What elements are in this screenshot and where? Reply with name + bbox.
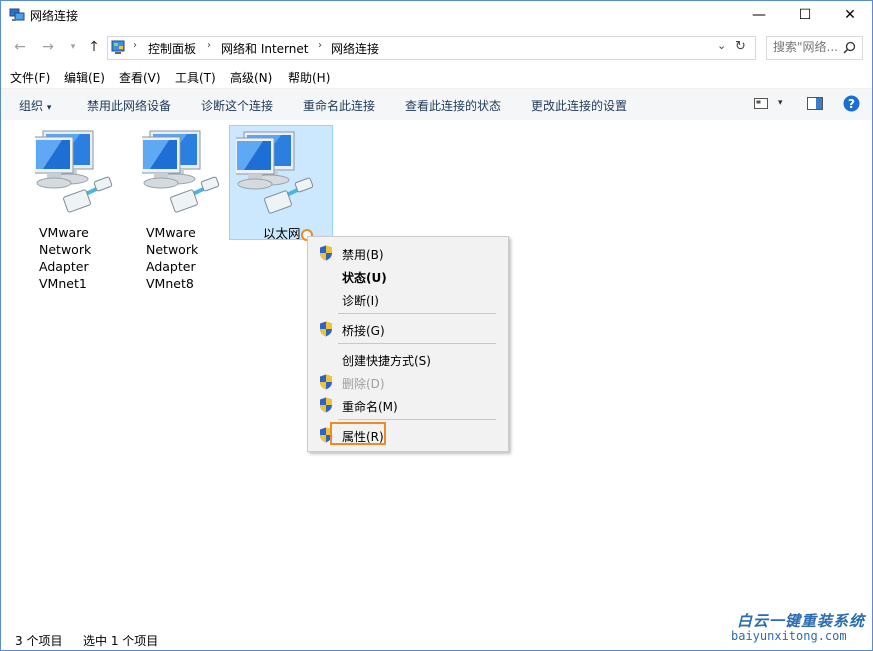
rename-button[interactable]: 重命名此连接 <box>303 97 375 114</box>
connection-item-vmnet8[interactable]: VMware Network Adapter VMnet8 <box>128 125 232 300</box>
context-bridge[interactable]: 桥接(G) <box>308 318 508 340</box>
watermark: 白云一键重装系统 baiyunxitong.com <box>701 607 871 651</box>
preview-pane-icon[interactable] <box>807 97 823 110</box>
search-icon <box>843 41 856 54</box>
help-icon[interactable]: ? <box>843 95 860 112</box>
address-dropdown-icon[interactable]: ⌄ <box>717 39 726 52</box>
uac-shield-icon <box>320 245 332 261</box>
menu-edit[interactable]: 编辑(E) <box>64 69 105 86</box>
back-arrow-icon[interactable]: ← <box>10 37 30 57</box>
watermark-title: 白云一键重装系统 <box>737 612 866 630</box>
context-diagnose[interactable]: 诊断(I) <box>308 288 508 310</box>
uac-shield-icon <box>320 321 332 337</box>
connection-item-vmnet1[interactable]: VMware Network Adapter VMnet1 <box>21 125 125 300</box>
diagnose-button[interactable]: 诊断这个连接 <box>201 97 273 114</box>
address-row: ← → ▾ ↑ › 控制面板 › 网络和 Internet › 网络连接 ⌄ ↻ <box>1 31 872 63</box>
maximize-button[interactable]: ☐ <box>782 1 828 29</box>
menu-view[interactable]: 查看(V) <box>119 69 161 86</box>
menu-file[interactable]: 文件(F) <box>10 69 50 86</box>
uac-shield-icon <box>320 374 332 390</box>
disable-device-button[interactable]: 禁用此网络设备 <box>87 97 171 114</box>
item-count: 3 个项目 <box>15 634 63 648</box>
refresh-icon[interactable]: ↻ <box>735 39 746 54</box>
command-bar: 组织 ▾ 禁用此网络设备 诊断这个连接 重命名此连接 查看此连接的状态 更改此连… <box>1 88 872 121</box>
context-menu: 禁用(B) 状态(U) 诊断(I) 桥接(G) 创建快捷方式(S) 删除(D) … <box>307 236 509 452</box>
close-button[interactable]: ✕ <box>827 1 873 29</box>
network-connections-window: 网络连接 — ☐ ✕ ← → ▾ ↑ › 控制面板 › 网络和 Internet… <box>0 0 873 651</box>
organize-chevron-icon: ▾ <box>46 103 52 113</box>
menu-bar: 文件(F) 编辑(E) 查看(V) 工具(T) 高级(N) 帮助(H) <box>1 66 872 88</box>
forward-arrow-icon[interactable]: → <box>38 37 58 57</box>
menu-separator <box>338 419 496 420</box>
breadcrumb-network-connections[interactable]: 网络连接 <box>331 40 379 57</box>
menu-tools[interactable]: 工具(T) <box>175 69 216 86</box>
menu-advanced[interactable]: 高级(N) <box>230 69 272 86</box>
breadcrumb-control-panel[interactable]: 控制面板 <box>148 40 196 57</box>
up-arrow-icon[interactable]: ↑ <box>84 37 104 57</box>
network-adapter-icon <box>236 131 314 214</box>
menu-separator <box>338 343 496 344</box>
title-bar[interactable]: 网络连接 — ☐ ✕ <box>1 1 872 29</box>
uac-shield-icon <box>320 397 332 413</box>
network-connections-icon <box>9 8 25 21</box>
svg-text:?: ? <box>848 97 855 111</box>
menu-help[interactable]: 帮助(H) <box>288 69 330 86</box>
organize-button[interactable]: 组织 ▾ <box>19 97 51 114</box>
connection-item-ethernet[interactable]: 以太网 <box>229 125 333 241</box>
view-options-icon[interactable] <box>754 98 768 109</box>
menu-separator <box>338 313 496 314</box>
watermark-url: baiyunxitong.com <box>731 629 847 643</box>
context-rename[interactable]: 重命名(M) <box>308 394 508 416</box>
search-input[interactable] <box>773 39 841 55</box>
control-panel-icon <box>111 40 125 54</box>
view-options-chevron-icon[interactable]: ▾ <box>778 98 783 108</box>
minimize-button[interactable]: — <box>736 1 782 29</box>
context-delete: 删除(D) <box>308 371 508 393</box>
window-title: 网络连接 <box>30 9 79 23</box>
context-create-shortcut[interactable]: 创建快捷方式(S) <box>308 348 508 370</box>
properties-highlight-box <box>330 422 386 445</box>
address-bar[interactable]: › 控制面板 › 网络和 Internet › 网络连接 ⌄ ↻ <box>107 36 756 60</box>
selected-count: 选中 1 个项目 <box>83 634 159 648</box>
breadcrumb-network-internet[interactable]: 网络和 Internet <box>221 40 308 57</box>
context-status[interactable]: 状态(U) <box>308 265 508 287</box>
network-adapter-icon <box>142 130 220 213</box>
network-adapter-icon <box>35 130 113 213</box>
context-disable[interactable]: 禁用(B) <box>308 242 508 264</box>
change-settings-button[interactable]: 更改此连接的设置 <box>531 97 627 114</box>
recent-locations-chevron-icon[interactable]: ▾ <box>63 37 83 57</box>
search-box[interactable] <box>766 36 863 60</box>
view-status-button[interactable]: 查看此连接的状态 <box>405 97 501 114</box>
